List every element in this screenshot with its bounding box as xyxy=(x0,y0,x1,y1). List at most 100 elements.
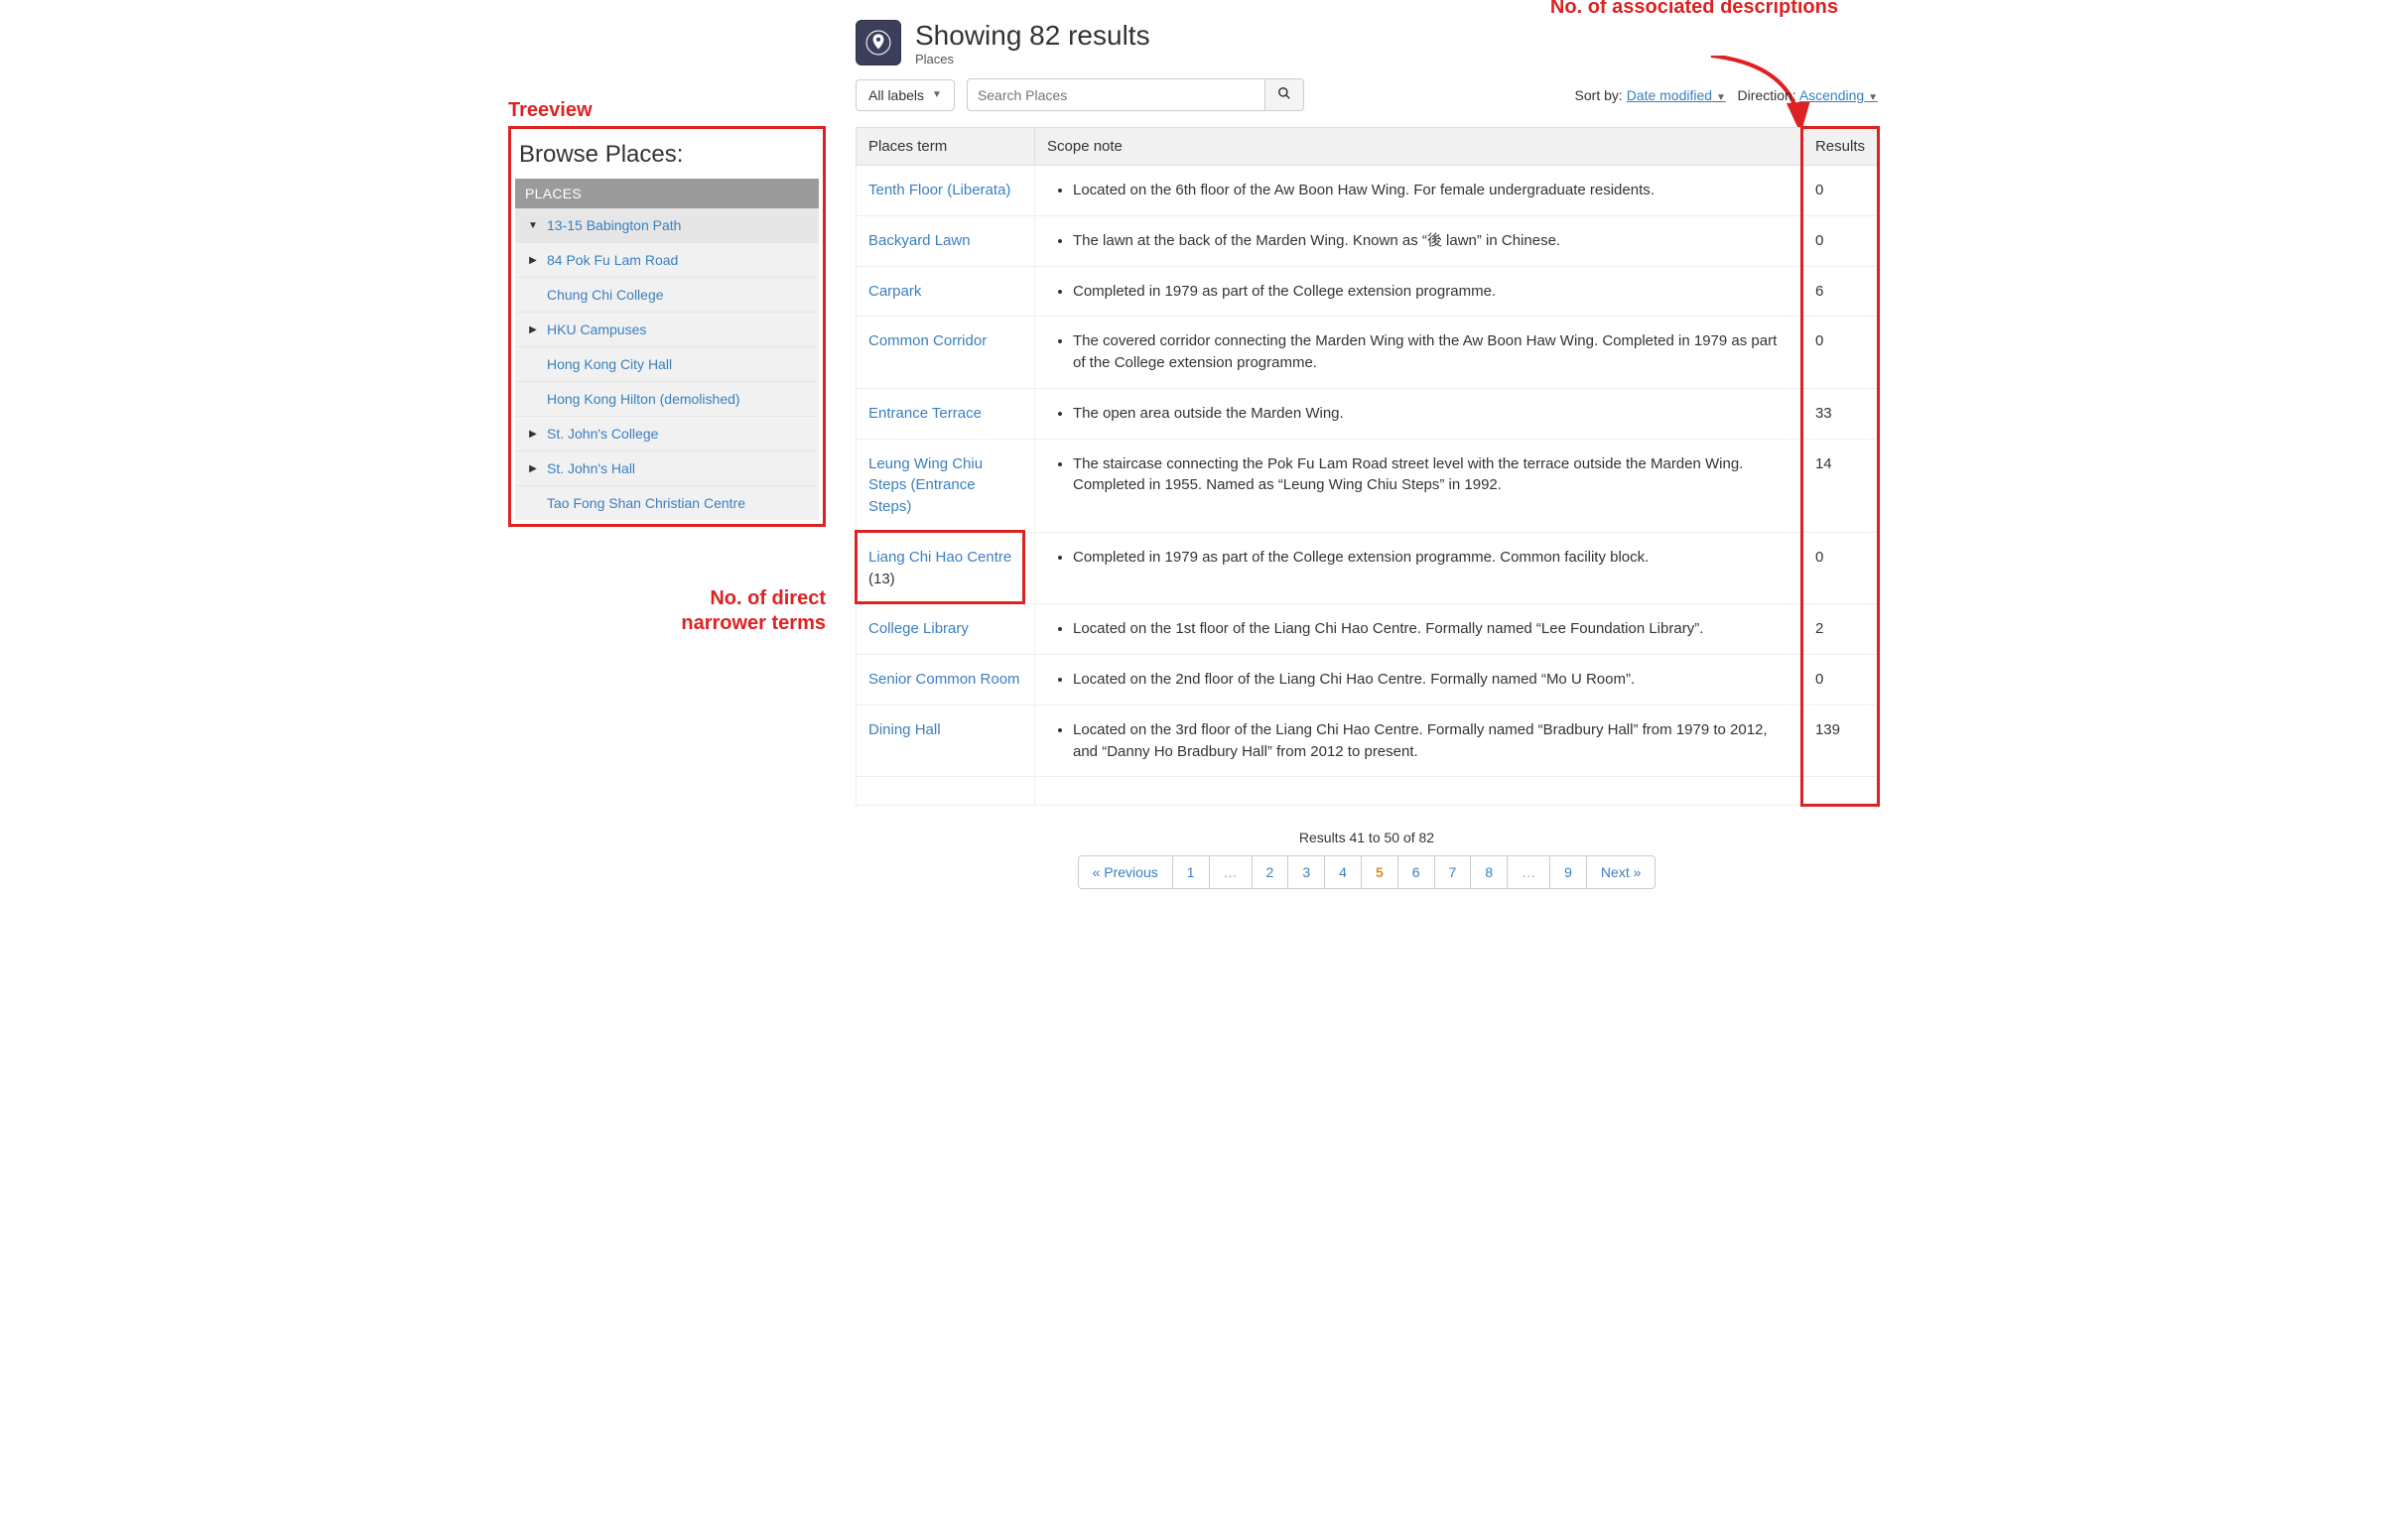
labels-dropdown[interactable]: All labels ▼ xyxy=(856,79,955,111)
pagination-page[interactable]: 8 xyxy=(1471,856,1508,888)
cell-results: 2 xyxy=(1802,604,1877,655)
cell-results: 14 xyxy=(1802,439,1877,532)
caret-down-icon: ▼ xyxy=(1716,92,1726,103)
treeview-item-label: Chung Chi College xyxy=(547,287,664,303)
sort-by-label: Sort by: xyxy=(1575,87,1623,103)
cell-scope: The covered corridor connecting the Mard… xyxy=(1035,317,1803,389)
term-link[interactable]: Liang Chi Hao Centre xyxy=(868,549,1011,566)
pagination-page[interactable]: 9 xyxy=(1550,856,1587,888)
term-link[interactable]: Common Corridor xyxy=(868,332,987,349)
term-link[interactable]: Carpark xyxy=(868,283,921,300)
treeview-item[interactable]: Chung Chi College xyxy=(515,277,819,312)
pagination-prev[interactable]: « Previous xyxy=(1079,856,1173,888)
pagination-page[interactable]: 6 xyxy=(1398,856,1435,888)
treeview-item-label: Tao Fong Shan Christian Centre xyxy=(547,495,745,511)
pagination-summary: Results 41 to 50 of 82 xyxy=(856,830,1878,845)
cell-term: Senior Common Room xyxy=(857,655,1035,706)
column-header-results[interactable]: Results xyxy=(1802,128,1877,166)
cell-scope: Located on the 1st floor of the Liang Ch… xyxy=(1035,604,1803,655)
treeview-item[interactable]: ▶84 Pok Fu Lam Road xyxy=(515,242,819,277)
pagination-ellipsis: … xyxy=(1508,856,1550,888)
pagination-page[interactable]: 7 xyxy=(1435,856,1472,888)
term-link[interactable]: College Library xyxy=(868,620,969,637)
pagination-page[interactable]: 5 xyxy=(1362,856,1398,888)
cell-scope: The open area outside the Marden Wing. xyxy=(1035,388,1803,439)
direction-value[interactable]: Ascending ▼ xyxy=(1799,87,1878,103)
caret-down-icon: ▼ xyxy=(932,89,942,100)
cell-results: 0 xyxy=(1802,215,1877,266)
table-row xyxy=(857,777,1878,806)
cell-term: Entrance Terrace xyxy=(857,388,1035,439)
cell-scope: Completed in 1979 as part of the College… xyxy=(1035,266,1803,317)
pagination-page[interactable]: 1 xyxy=(1173,856,1210,888)
cell-results: 139 xyxy=(1802,705,1877,777)
treeview-header: PLACES xyxy=(515,179,819,208)
table-row: Leung Wing Chiu Steps (Entrance Steps)Th… xyxy=(857,439,1878,532)
pagination-page[interactable]: 3 xyxy=(1288,856,1325,888)
pagination-page[interactable]: 2 xyxy=(1253,856,1289,888)
table-row: Dining Hall Located on the 3rd floor of t… xyxy=(857,705,1878,777)
treeview-item[interactable]: Tao Fong Shan Christian Centre xyxy=(515,485,819,520)
treeview-item[interactable]: Hong Kong City Hall xyxy=(515,346,819,381)
term-link[interactable]: Dining Hall xyxy=(868,721,941,738)
page-subtitle: Places xyxy=(915,52,1150,66)
chevron-right-icon[interactable]: ▶ xyxy=(527,463,539,474)
term-link[interactable]: Entrance Terrace xyxy=(868,405,982,422)
cell-term: Tenth Floor (Liberata) xyxy=(857,166,1035,216)
treeview-item[interactable]: ▶ St. John's College xyxy=(515,416,819,450)
caret-down-icon: ▼ xyxy=(1868,92,1878,103)
results-table: Places term Scope note Results Tenth Flo… xyxy=(856,127,1878,806)
column-header-term[interactable]: Places term xyxy=(857,128,1035,166)
term-link[interactable]: Tenth Floor (Liberata) xyxy=(868,182,1010,198)
browse-places-title: Browse Places: xyxy=(519,141,815,169)
term-link[interactable]: Senior Common Room xyxy=(868,671,1020,688)
cell-results: 0 xyxy=(1802,532,1877,604)
treeview-item[interactable]: ▼ 13-15 Babington Path xyxy=(515,208,819,242)
sort-by-value[interactable]: Date modified ▼ xyxy=(1627,87,1726,103)
chevron-right-icon[interactable]: ▶ xyxy=(527,324,539,335)
term-link[interactable]: Backyard Lawn xyxy=(868,232,971,249)
treeview-item[interactable]: ▶HKU Campuses xyxy=(515,312,819,346)
cell-results: 33 xyxy=(1802,388,1877,439)
cell-term: Leung Wing Chiu Steps (Entrance Steps) xyxy=(857,439,1035,532)
cell-results: 0 xyxy=(1802,655,1877,706)
table-row: Entrance Terrace The open area outside th… xyxy=(857,388,1878,439)
cell-scope: Located on the 3rd floor of the Liang Ch… xyxy=(1035,705,1803,777)
cell-term: Backyard Lawn xyxy=(857,215,1035,266)
cell-term: Common Corridor xyxy=(857,317,1035,389)
treeview-item-label: Hong Kong City Hall xyxy=(547,356,672,372)
cell-results: 6 xyxy=(1802,266,1877,317)
narrower-count: (13) xyxy=(868,571,895,587)
pagination-next[interactable]: Next » xyxy=(1587,856,1655,888)
chevron-down-icon[interactable]: ▼ xyxy=(527,220,539,231)
cell-term: Carpark xyxy=(857,266,1035,317)
direction-label: Direction: xyxy=(1738,87,1796,103)
search-input[interactable] xyxy=(967,78,1264,111)
cell-term: College Library xyxy=(857,604,1035,655)
search-button[interactable] xyxy=(1264,78,1304,111)
cell-results xyxy=(1802,777,1877,806)
column-header-scope[interactable]: Scope note xyxy=(1035,128,1803,166)
cell-term xyxy=(857,777,1035,806)
annotation-treeview-label: Treeview xyxy=(508,99,826,122)
table-row: Liang Chi Hao Centre (13)Completed in 19… xyxy=(857,532,1878,604)
table-row: College Library Located on the 1st floor … xyxy=(857,604,1878,655)
pagination-page[interactable]: 4 xyxy=(1325,856,1362,888)
scope-note-text: Completed in 1979 as part of the College… xyxy=(1073,281,1790,303)
cell-scope: Located on the 2nd floor of the Liang Ch… xyxy=(1035,655,1803,706)
chevron-right-icon[interactable]: ▶ xyxy=(527,429,539,440)
treeview-item[interactable]: Hong Kong Hilton (demolished) xyxy=(515,381,819,416)
chevron-right-icon[interactable]: ▶ xyxy=(527,255,539,266)
treeview-item-label: Hong Kong Hilton (demolished) xyxy=(547,391,740,407)
treeview-item-label: 13-15 Babington Path xyxy=(547,217,681,233)
treeview-item-label: St. John's College xyxy=(547,426,658,442)
search-icon xyxy=(1277,86,1291,100)
treeview-item-label: St. John's Hall xyxy=(547,460,635,476)
places-icon xyxy=(856,20,901,65)
treeview-item[interactable]: ▶ St. John's Hall xyxy=(515,450,819,485)
scope-note-text: The open area outside the Marden Wing. xyxy=(1073,403,1790,425)
labels-dropdown-label: All labels xyxy=(868,87,924,103)
scope-note-text: Located on the 2nd floor of the Liang Ch… xyxy=(1073,669,1790,691)
term-link[interactable]: Leung Wing Chiu Steps (Entrance Steps) xyxy=(868,455,983,516)
table-row: Common Corridor The covered corridor conn… xyxy=(857,317,1878,389)
